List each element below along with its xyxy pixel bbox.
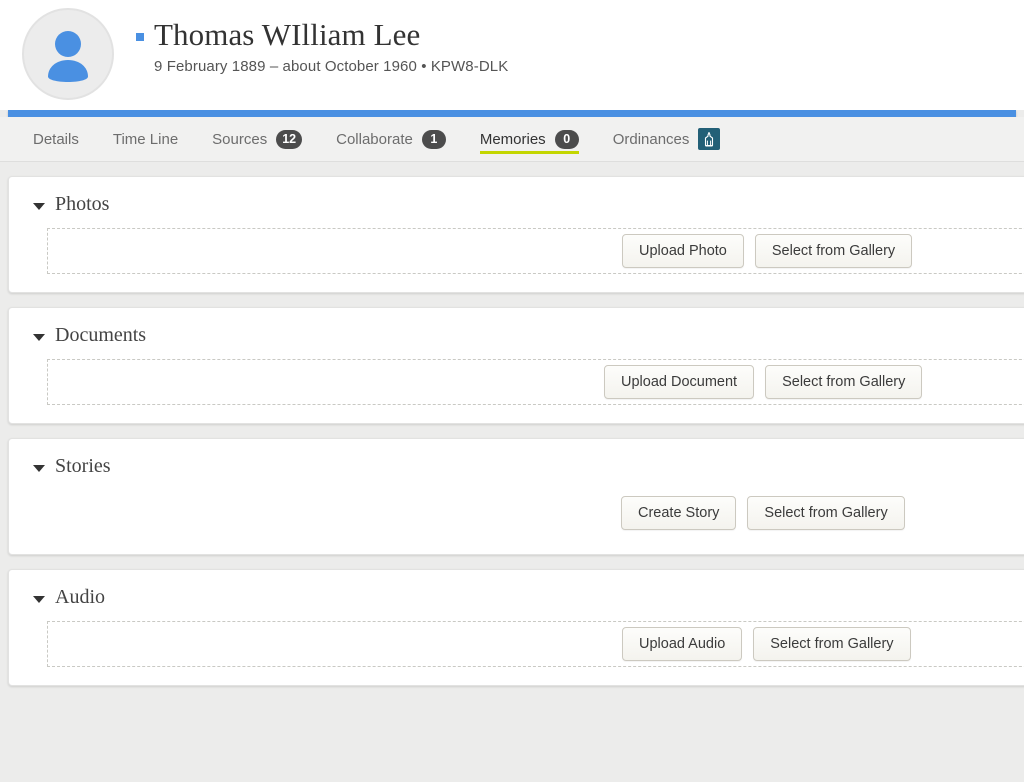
section-title: Photos	[55, 193, 110, 215]
select-from-gallery-button[interactable]: Select from Gallery	[747, 496, 905, 530]
chevron-down-icon	[33, 333, 45, 341]
create-story-button[interactable]: Create Story	[621, 496, 737, 530]
section-stories: Stories Create Story Select from Gallery	[8, 438, 1024, 555]
section-header-documents[interactable]: Documents	[33, 324, 1024, 347]
tab-ordinances[interactable]: Ordinances	[596, 117, 738, 162]
tab-badge-count: 0	[554, 129, 579, 149]
active-tab-underline	[479, 150, 579, 154]
temple-icon	[698, 128, 721, 150]
person-lifespan-and-id: 9 February 1889 – about October 1960 • K…	[154, 58, 509, 76]
section-title: Audio	[55, 586, 105, 608]
memories-sections: Photos Upload Photo Select from Gallery …	[0, 162, 1024, 730]
upload-document-button[interactable]: Upload Document	[604, 365, 755, 399]
upload-photo-button[interactable]: Upload Photo	[622, 234, 744, 268]
section-photos: Photos Upload Photo Select from Gallery	[8, 176, 1024, 293]
tab-sources[interactable]: Sources 12	[195, 117, 319, 162]
select-from-gallery-button[interactable]: Select from Gallery	[753, 627, 911, 661]
tab-label: Collaborate	[336, 130, 413, 148]
section-header-stories[interactable]: Stories	[33, 455, 1024, 478]
tab-label: Memories	[479, 130, 546, 148]
tab-label: Ordinances	[612, 130, 690, 148]
tab-badge-count: 12	[276, 129, 303, 149]
section-audio: Audio Upload Audio Select from Gallery	[8, 569, 1024, 686]
person-name: Thomas WIlliam Lee	[154, 17, 421, 52]
section-title: Stories	[55, 455, 111, 477]
select-from-gallery-button[interactable]: Select from Gallery	[754, 234, 913, 268]
person-tabs: Details Time Line Sources 12 Collaborate…	[0, 117, 1024, 162]
photos-dropzone[interactable]: Upload Photo Select from Gallery	[47, 228, 1024, 274]
tab-details[interactable]: Details	[16, 117, 96, 162]
chevron-down-icon	[33, 595, 45, 603]
tab-label: Sources	[212, 130, 268, 148]
documents-dropzone[interactable]: Upload Document Select from Gallery	[47, 359, 1024, 405]
audio-dropzone[interactable]: Upload Audio Select from Gallery	[47, 621, 1024, 667]
tab-memories[interactable]: Memories 0	[463, 117, 596, 162]
tab-label: Details	[33, 130, 79, 148]
chevron-down-icon	[33, 464, 45, 472]
select-from-gallery-button[interactable]: Select from Gallery	[765, 365, 923, 399]
section-header-photos[interactable]: Photos	[33, 193, 1024, 216]
section-documents: Documents Upload Document Select from Ga…	[8, 307, 1024, 424]
memories-page: Thomas WIlliam Lee 9 February 1889 – abo…	[0, 0, 1024, 782]
stories-body: Create Story Select from Gallery	[47, 490, 1024, 536]
chevron-down-icon	[33, 202, 45, 210]
tab-collaborate[interactable]: Collaborate 1	[319, 117, 463, 162]
person-silhouette-icon	[48, 30, 88, 82]
section-header-audio[interactable]: Audio	[33, 586, 1024, 609]
tab-label: Time Line	[112, 130, 179, 148]
person-header: Thomas WIlliam Lee 9 February 1889 – abo…	[0, 0, 1024, 110]
avatar[interactable]	[22, 8, 114, 100]
person-identity: Thomas WIlliam Lee 9 February 1889 – abo…	[136, 8, 508, 75]
tab-badge-count: 1	[421, 129, 446, 149]
gender-marker-icon	[136, 33, 144, 41]
bottom-spacer	[8, 700, 1024, 730]
upload-audio-button[interactable]: Upload Audio	[622, 627, 743, 661]
section-title: Documents	[55, 324, 147, 346]
tab-time-line[interactable]: Time Line	[96, 117, 195, 162]
